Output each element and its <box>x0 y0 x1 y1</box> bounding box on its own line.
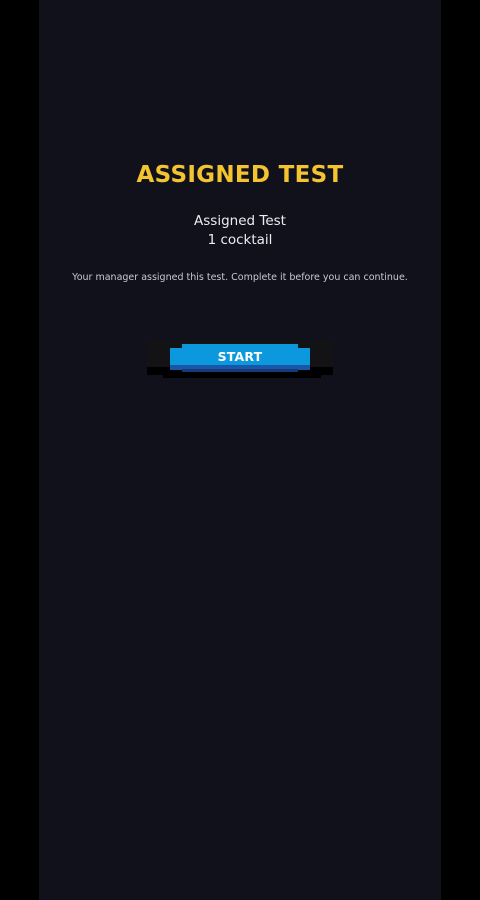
start-button[interactable]: START <box>147 341 333 378</box>
start-button-edge-low <box>182 369 298 372</box>
instruction-text: Your manager assigned this test. Complet… <box>72 272 408 283</box>
assigned-test-screen: ASSIGNED TEST Assigned Test 1 cocktail Y… <box>39 0 441 900</box>
cocktail-count: 1 cocktail <box>207 232 273 248</box>
start-button-shadow-tail <box>163 374 321 378</box>
page-title: ASSIGNED TEST <box>136 162 344 188</box>
test-name: Assigned Test <box>194 213 286 229</box>
start-button-label: START <box>217 349 263 364</box>
